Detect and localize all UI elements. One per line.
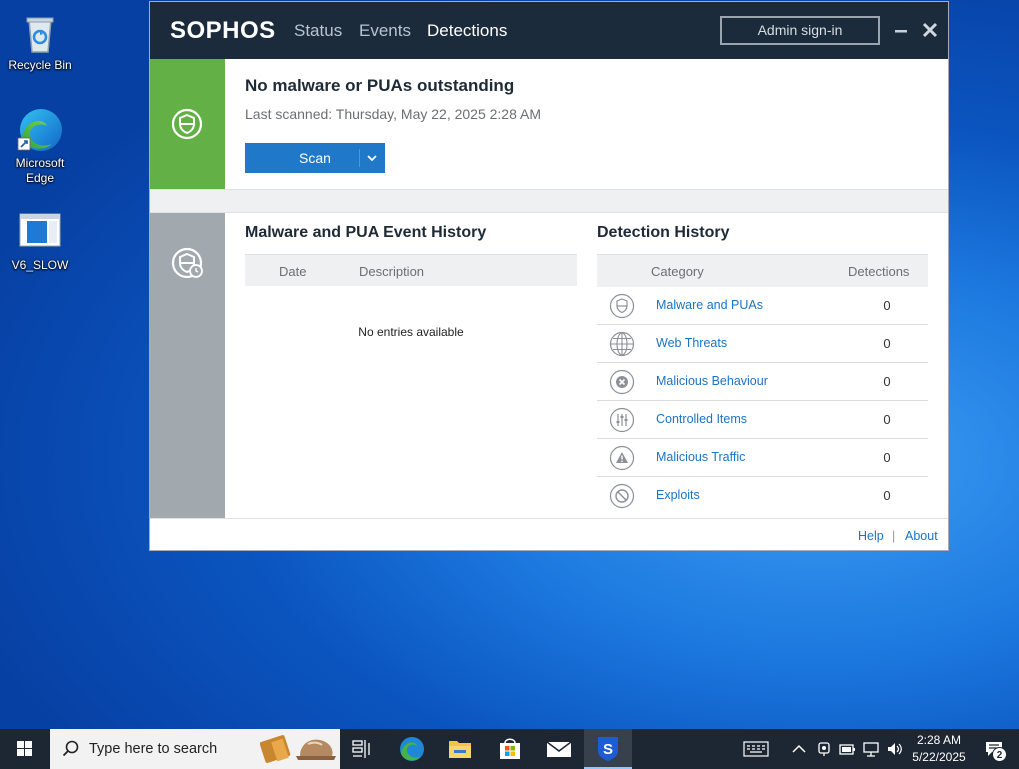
start-button[interactable] — [0, 729, 50, 769]
column-date[interactable]: Date — [279, 264, 306, 279]
desktop-icon-label: V6_SLOW — [11, 258, 69, 272]
task-view-button[interactable] — [338, 729, 386, 769]
close-icon — [922, 22, 938, 38]
detection-row-malicious-traffic[interactable]: Malicious Traffic 0 — [597, 439, 928, 477]
detection-count: 0 — [883, 298, 891, 313]
notification-center-button[interactable]: 2 — [982, 737, 1008, 762]
globe-icon — [609, 331, 635, 357]
taskbar-search-box[interactable]: Type here to search — [50, 729, 340, 769]
sophos-shield-icon: S — [598, 737, 618, 761]
detection-row-web-threats[interactable]: Web Threats 0 — [597, 325, 928, 363]
shield-icon — [609, 293, 635, 319]
taskbar: Type here to search S 2:28 AM 5/22/2025 … — [0, 729, 1019, 769]
close-button[interactable] — [918, 16, 942, 44]
task-view-icon — [352, 740, 370, 758]
category-link[interactable]: Exploits — [656, 488, 700, 502]
title-bar: SOPHOS Status Events Detections Admin si… — [150, 2, 948, 59]
column-category[interactable]: Category — [651, 264, 704, 279]
sophos-window: SOPHOS Status Events Detections Admin si… — [150, 2, 948, 550]
footer-separator: | — [892, 529, 896, 543]
status-ok-strip — [150, 59, 225, 189]
minimize-button[interactable] — [892, 16, 910, 44]
keyboard-icon[interactable] — [742, 739, 770, 759]
search-icon — [62, 740, 79, 757]
help-link[interactable]: Help — [858, 529, 884, 543]
detection-count: 0 — [883, 412, 891, 427]
status-title: No malware or PUAs outstanding — [245, 76, 515, 95]
event-history-title: Malware and PUA Event History — [245, 224, 487, 241]
chevron-down-icon[interactable] — [364, 151, 380, 165]
store-bag-icon — [500, 738, 520, 759]
admin-signin-button[interactable]: Admin sign-in — [720, 16, 880, 45]
category-link[interactable]: Malware and PUAs — [656, 298, 763, 312]
detection-row-malicious-behaviour[interactable]: Malicious Behaviour 0 — [597, 363, 928, 401]
desktop-icon-label: Recycle Bin — [8, 58, 72, 72]
event-history-header: Date Description — [245, 254, 577, 286]
last-scanned-text: Last scanned: Thursday, May 22, 2025 2:2… — [245, 106, 541, 122]
tab-detections[interactable]: Detections — [427, 21, 507, 41]
taskbar-sophos[interactable]: S — [584, 729, 632, 769]
desktop-icon-edge[interactable]: Microsoft Edge — [4, 106, 76, 186]
svg-text:S: S — [603, 741, 613, 758]
desktop-icon-v6-slow[interactable]: V6_SLOW — [4, 208, 76, 273]
tab-events[interactable]: Events — [359, 21, 411, 41]
taskbar-file-explorer[interactable] — [436, 729, 484, 769]
taskbar-edge[interactable] — [388, 729, 436, 769]
search-highlight-illustration-icon — [260, 735, 336, 763]
shield-ok-icon — [171, 108, 203, 140]
detection-count: 0 — [883, 374, 891, 389]
desktop-icon-label: Microsoft Edge — [15, 156, 65, 185]
detection-row-controlled-items[interactable]: Controlled Items 0 — [597, 401, 928, 439]
sophos-logo: SOPHOS — [170, 17, 276, 44]
empty-state-text: No entries available — [358, 325, 464, 339]
detection-count: 0 — [883, 488, 891, 503]
search-placeholder: Type here to search — [89, 741, 218, 757]
minimize-icon — [895, 30, 907, 33]
x-circle-icon — [609, 369, 635, 395]
warning-icon — [609, 445, 635, 471]
detection-count: 0 — [883, 336, 891, 351]
section-divider — [150, 189, 948, 213]
edge-icon — [16, 106, 64, 154]
detection-history-table: Category Detections Malware and PUAs 0 W… — [597, 254, 928, 515]
shield-history-icon — [171, 247, 203, 279]
detection-history-title: Detection History — [597, 224, 730, 241]
scan-button-divider — [359, 149, 360, 167]
scan-button[interactable]: Scan — [245, 143, 385, 173]
folder-icon — [449, 741, 471, 758]
clock-time: 2:28 AM — [916, 733, 962, 747]
desktop-icon-recycle-bin[interactable]: Recycle Bin — [4, 8, 76, 73]
column-detections[interactable]: Detections — [848, 264, 909, 279]
taskbar-mail[interactable] — [535, 729, 583, 769]
column-description[interactable]: Description — [359, 264, 424, 279]
system-clock[interactable]: 2:28 AM 5/22/2025 — [900, 732, 978, 766]
notification-badge: 2 — [992, 747, 1007, 762]
network-icon[interactable] — [861, 739, 881, 759]
tab-status[interactable]: Status — [294, 21, 342, 41]
category-link[interactable]: Web Threats — [656, 336, 727, 350]
windows-logo-icon — [17, 741, 32, 756]
edge-icon — [400, 737, 424, 761]
detection-count: 0 — [883, 450, 891, 465]
battery-icon[interactable] — [837, 739, 857, 759]
history-strip — [150, 213, 225, 518]
sliders-icon — [609, 407, 635, 433]
detection-row-malware[interactable]: Malware and PUAs 0 — [597, 287, 928, 325]
location-icon[interactable] — [814, 739, 834, 759]
category-link[interactable]: Controlled Items — [656, 412, 747, 426]
clock-date: 5/22/2025 — [912, 750, 966, 764]
chevron-up-icon[interactable] — [789, 739, 809, 759]
detection-history-header: Category Detections — [597, 254, 928, 287]
mail-icon — [546, 741, 572, 757]
about-link[interactable]: About — [905, 529, 938, 543]
recycle-bin-icon — [16, 8, 64, 56]
category-link[interactable]: Malicious Traffic — [656, 450, 745, 464]
taskbar-store[interactable] — [486, 729, 534, 769]
window-footer: Help | About — [150, 518, 948, 550]
category-link[interactable]: Malicious Behaviour — [656, 374, 768, 388]
detection-row-exploits[interactable]: Exploits 0 — [597, 477, 928, 515]
application-window-icon — [16, 208, 64, 256]
blocked-icon — [609, 483, 635, 509]
